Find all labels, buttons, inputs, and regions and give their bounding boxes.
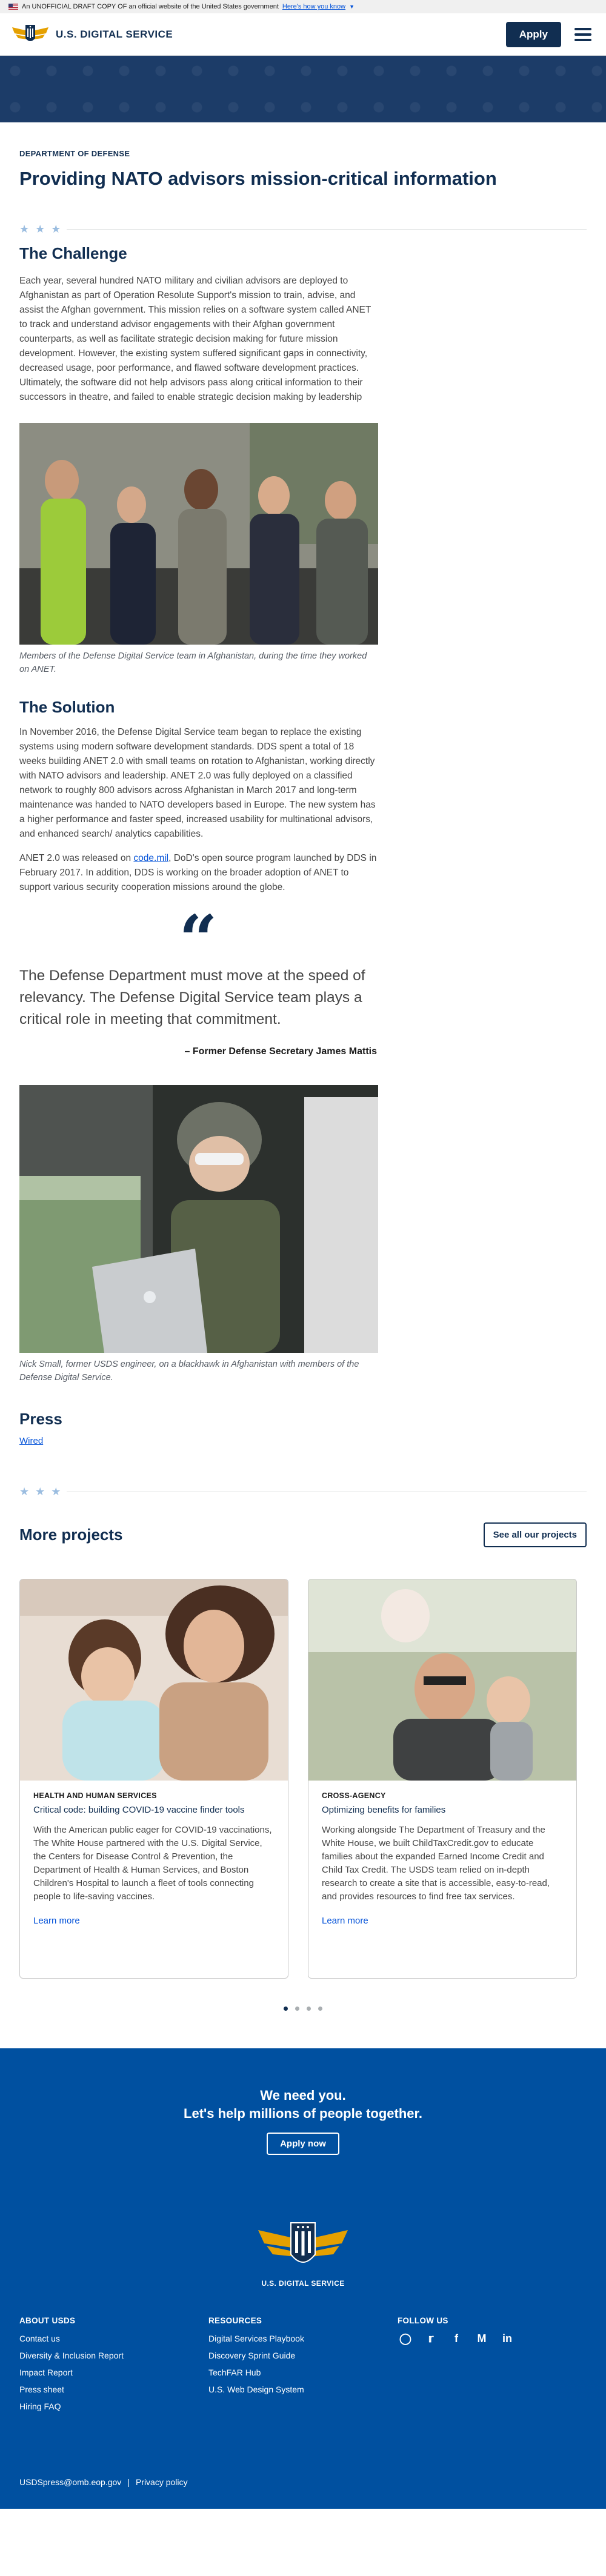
article-content: DEPARTMENT OF DEFENSE Providing NATO adv… (0, 149, 606, 2011)
gov-banner: An UNOFFICIAL DRAFT COPY OF an official … (0, 0, 606, 13)
quote-text: The Defense Department must move at the … (19, 968, 365, 1027)
wired-link[interactable]: Wired (19, 1436, 43, 1446)
footer-separator: | (127, 2477, 130, 2487)
footer-link-playbook[interactable]: Digital Services Playbook (208, 2334, 398, 2343)
footer-link-press-sheet[interactable]: Press sheet (19, 2385, 208, 2394)
vaccine-card-image (20, 1579, 288, 1781)
more-projects-header: More projects See all our projects (19, 1522, 587, 1547)
footer-link-techfar[interactable]: TechFAR Hub (208, 2368, 398, 2377)
site-footer: U.S. DIGITAL SERVICE ABOUT USDS Contact … (0, 2194, 606, 2509)
carousel-dot[interactable] (284, 2007, 288, 2011)
quote-mark-icon: “ (179, 909, 218, 952)
footer-link-contact[interactable]: Contact us (19, 2334, 208, 2343)
project-cards: HEALTH AND HUMAN SERVICES Critical code:… (19, 1579, 587, 1979)
hero-band (0, 56, 606, 122)
star-icon: ★ (51, 223, 61, 235)
footer-columns: ABOUT USDS Contact us Diversity & Inclus… (19, 2316, 587, 2418)
logo-text: U.S. DIGITAL SERVICE (56, 28, 173, 40)
eagle-shield-icon (258, 2222, 348, 2263)
card-description: With the American public eager for COVID… (33, 1825, 272, 1902)
challenge-heading: The Challenge (19, 244, 127, 262)
card-category: HEALTH AND HUMAN SERVICES (33, 1791, 157, 1800)
cta-line-2: Let's help millions of people together. (184, 2105, 422, 2121)
challenge-text: Each year, several hundred NATO military… (19, 276, 371, 402)
hamburger-menu-icon[interactable] (574, 27, 591, 41)
footer-logo[interactable]: U.S. DIGITAL SERVICE (256, 2218, 350, 2288)
star-icon: ★ (19, 223, 30, 235)
footer-link-discovery[interactable]: Discovery Sprint Guide (208, 2351, 398, 2360)
footer-about: ABOUT USDS Contact us Diversity & Inclus… (19, 2316, 208, 2418)
project-card[interactable]: CROSS-AGENCY Optimizing benefits for fam… (308, 1579, 577, 1979)
page-title: Providing NATO advisors mission-critical… (19, 168, 497, 189)
footer-resources: RESOURCES Digital Services Playbook Disc… (208, 2316, 398, 2418)
footer-logo-text: U.S. DIGITAL SERVICE (261, 2279, 345, 2288)
linkedin-icon[interactable]: in (499, 2332, 515, 2345)
blackhawk-photo-illustration (19, 1085, 378, 1353)
quote-attribution: – Former Defense Secretary James Mattis (184, 1046, 378, 1057)
press-email-link[interactable]: USDSpress@omb.eop.gov (19, 2477, 121, 2487)
stars-divider: ★ ★ ★ (19, 223, 587, 236)
footer-follow-heading: FOLLOW US (398, 2316, 448, 2325)
footer-link-hiring-faq[interactable]: Hiring FAQ (19, 2402, 208, 2411)
see-all-projects-button[interactable]: See all our projects (483, 1522, 587, 1547)
photo2-caption: Nick Small, former USDS engineer, on a b… (19, 1359, 359, 1383)
carousel-dots (19, 2007, 587, 2011)
team-photo-illustration (19, 423, 378, 645)
team-photo (19, 423, 378, 645)
call-to-action: We need you. Let's help millions of peop… (0, 2048, 606, 2194)
project-card[interactable]: HEALTH AND HUMAN SERVICES Critical code:… (19, 1579, 288, 1979)
star-icon: ★ (35, 223, 45, 235)
us-flag-icon (8, 4, 18, 10)
carousel-dot[interactable] (307, 2007, 311, 2011)
star-icon: ★ (35, 1486, 45, 1498)
usds-logo[interactable]: U.S. DIGITAL SERVICE (11, 22, 173, 47)
footer-bottom: USDSpress@omb.eop.gov | Privacy policy (19, 2477, 188, 2487)
footer-link-impact[interactable]: Impact Report (19, 2368, 208, 2377)
facebook-icon[interactable]: f (448, 2332, 464, 2345)
star-icon: ★ (51, 1486, 61, 1498)
footer-follow: FOLLOW US ◯ 𝕣 f M in (398, 2316, 587, 2418)
stars-divider-2: ★ ★ ★ (19, 1486, 587, 1498)
twitter-icon[interactable]: 𝕣 (423, 2332, 439, 2345)
carousel-dot[interactable] (318, 2007, 322, 2011)
learn-more-link[interactable]: Learn more (33, 1916, 275, 1926)
medium-icon[interactable]: M (474, 2332, 490, 2345)
instagram-icon[interactable]: ◯ (398, 2332, 413, 2345)
solution-heading: The Solution (19, 698, 115, 716)
card-title[interactable]: Optimizing benefits for families (322, 1805, 563, 1815)
footer-about-heading: ABOUT USDS (19, 2316, 76, 2325)
solution-text: In November 2016, the Defense Digital Se… (19, 727, 376, 839)
footer-link-diversity[interactable]: Diversity & Inclusion Report (19, 2351, 208, 2360)
more-projects-heading: More projects (19, 1525, 123, 1544)
solution-text-2: ANET 2.0 was released on code.mil, DoD's… (19, 853, 377, 892)
photo1-caption: Members of the Defense Digital Service t… (19, 651, 367, 674)
tax-credit-card-image (308, 1579, 576, 1781)
apply-button[interactable]: Apply (505, 21, 561, 47)
blackhawk-photo (19, 1085, 378, 1353)
star-icon: ★ (19, 1486, 30, 1498)
footer-resources-heading: RESOURCES (208, 2316, 262, 2325)
agency-label: DEPARTMENT OF DEFENSE (19, 149, 130, 158)
code-mil-link[interactable]: code.mil (133, 853, 168, 863)
privacy-policy-link[interactable]: Privacy policy (136, 2477, 188, 2487)
card-description: Working alongside The Department of Trea… (322, 1825, 550, 1902)
cta-line-1: We need you. (260, 2087, 346, 2103)
learn-more-link[interactable]: Learn more (322, 1916, 563, 1926)
footer-link-uswds[interactable]: U.S. Web Design System (208, 2385, 398, 2394)
carousel-dot[interactable] (295, 2007, 299, 2011)
card-title[interactable]: Critical code: building COVID-19 vaccine… (33, 1805, 275, 1815)
heres-how-you-know-link[interactable]: Here's how you know (282, 3, 345, 10)
press-heading: Press (19, 1410, 62, 1428)
card-category: CROSS-AGENCY (322, 1791, 386, 1800)
eagle-shield-icon (12, 24, 48, 41)
apply-now-button[interactable]: Apply now (267, 2132, 339, 2155)
chevron-down-icon[interactable]: ▼ (349, 4, 355, 10)
banner-text: An UNOFFICIAL DRAFT COPY OF an official … (22, 3, 279, 10)
site-header: U.S. DIGITAL SERVICE Apply (0, 13, 606, 56)
